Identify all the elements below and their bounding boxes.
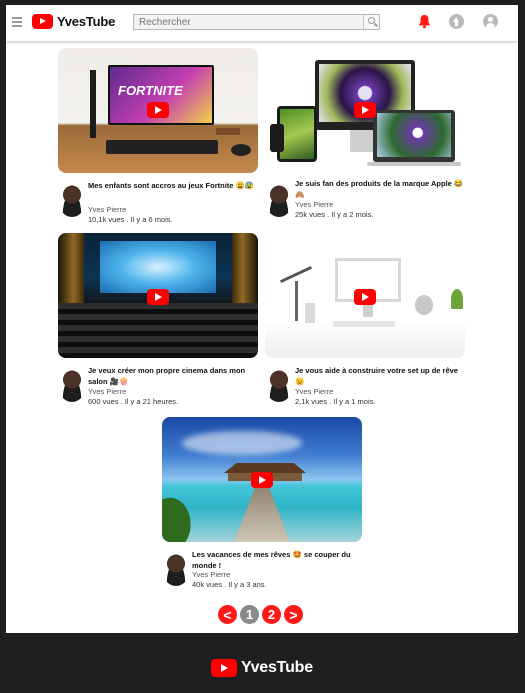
video-title[interactable]: Les vacances de mes rêves 🤩 se couper du… <box>192 549 362 571</box>
upload-icon[interactable] <box>449 14 464 29</box>
upload-age: Il y a 1 mois. <box>333 397 376 406</box>
channel-avatar[interactable] <box>60 370 84 402</box>
video-thumbnail[interactable] <box>162 417 362 542</box>
video-title[interactable]: Je suis fan des produits de la marque Ap… <box>295 178 465 200</box>
footer-logo-text: YvesTube <box>241 659 313 676</box>
play-icon[interactable] <box>251 472 273 488</box>
upload-age: Il y a 21 heures. <box>124 397 179 406</box>
channel-name[interactable]: Yves Pierre <box>192 570 230 579</box>
search-button[interactable] <box>363 15 379 29</box>
page: YvesTube FORTNITE Mes enfants sont accro… <box>6 5 518 633</box>
view-count: 25k vues . <box>295 210 330 219</box>
video-card[interactable]: Je vous aide à construire votre set up d… <box>265 233 465 413</box>
view-count: 2,1k vues . <box>295 397 332 406</box>
play-icon[interactable] <box>354 289 376 305</box>
channel-avatar[interactable] <box>164 554 188 586</box>
channel-name[interactable]: Yves Pierre <box>88 205 126 214</box>
video-title[interactable]: Je veux créer mon propre cinema dans mon… <box>88 365 258 387</box>
video-thumbnail[interactable] <box>265 48 465 173</box>
view-count: 10,1k vues . <box>88 215 129 224</box>
page-2-button[interactable]: 2 <box>262 605 281 624</box>
video-meta: 600 vues . Il y a 21 heures. <box>88 397 178 406</box>
search-input[interactable] <box>134 15 363 29</box>
upload-age: Il y a 6 mois. <box>130 215 173 224</box>
video-title[interactable]: Mes enfants sont accros au jeux Fortnite… <box>88 180 258 191</box>
search-bar <box>133 14 380 30</box>
upload-age: Il y a 2 mois. <box>331 210 374 219</box>
video-card[interactable]: Je veux créer mon propre cinema dans mon… <box>58 233 258 413</box>
channel-avatar[interactable] <box>267 370 291 402</box>
notification-bell-icon[interactable] <box>417 13 432 29</box>
video-thumbnail[interactable] <box>265 233 465 358</box>
video-meta: 2,1k vues . Il y a 1 mois. <box>295 397 375 406</box>
play-logo-icon <box>211 659 237 677</box>
channel-avatar[interactable] <box>267 185 291 217</box>
pagination: < 1 2 > <box>218 605 303 624</box>
play-icon[interactable] <box>147 102 169 118</box>
previous-page-button[interactable]: < <box>218 605 237 624</box>
video-title[interactable]: Je vous aide à construire votre set up d… <box>295 365 465 387</box>
play-logo-icon <box>32 14 53 29</box>
play-icon[interactable] <box>354 102 376 118</box>
view-count: 40k vues . <box>192 580 227 589</box>
video-meta: 40k vues . Il y a 3 ans. <box>192 580 267 589</box>
top-bar: YvesTube <box>6 5 518 41</box>
video-card[interactable]: FORTNITE Mes enfants sont accros au jeux… <box>58 48 258 228</box>
footer: YvesTube <box>6 633 518 693</box>
hamburger-menu-icon[interactable] <box>12 17 22 27</box>
page-1-button[interactable]: 1 <box>240 605 259 624</box>
video-meta: 10,1k vues . Il y a 6 mois. <box>88 215 173 224</box>
upload-age: Il y a 3 ans. <box>228 580 267 589</box>
logo-text: YvesTube <box>57 14 116 29</box>
next-page-button[interactable]: > <box>284 605 303 624</box>
channel-name[interactable]: Yves Pierre <box>295 387 333 396</box>
video-thumbnail[interactable]: FORTNITE <box>58 48 258 173</box>
play-icon[interactable] <box>147 289 169 305</box>
account-icon[interactable] <box>483 14 498 29</box>
video-card[interactable]: Je suis fan des produits de la marque Ap… <box>265 48 465 228</box>
view-count: 600 vues . <box>88 397 123 406</box>
video-card[interactable]: Les vacances de mes rêves 🤩 se couper du… <box>162 417 362 597</box>
video-thumbnail[interactable] <box>58 233 258 358</box>
channel-avatar[interactable] <box>60 185 84 217</box>
video-meta: 25k vues . Il y a 2 mois. <box>295 210 373 219</box>
thumbnail-caption: FORTNITE <box>118 83 183 98</box>
footer-logo[interactable]: YvesTube <box>211 659 313 677</box>
channel-name[interactable]: Yves Pierre <box>88 387 126 396</box>
yvestube-logo[interactable]: YvesTube <box>32 14 115 29</box>
channel-name[interactable]: Yves Pierre <box>295 200 333 209</box>
